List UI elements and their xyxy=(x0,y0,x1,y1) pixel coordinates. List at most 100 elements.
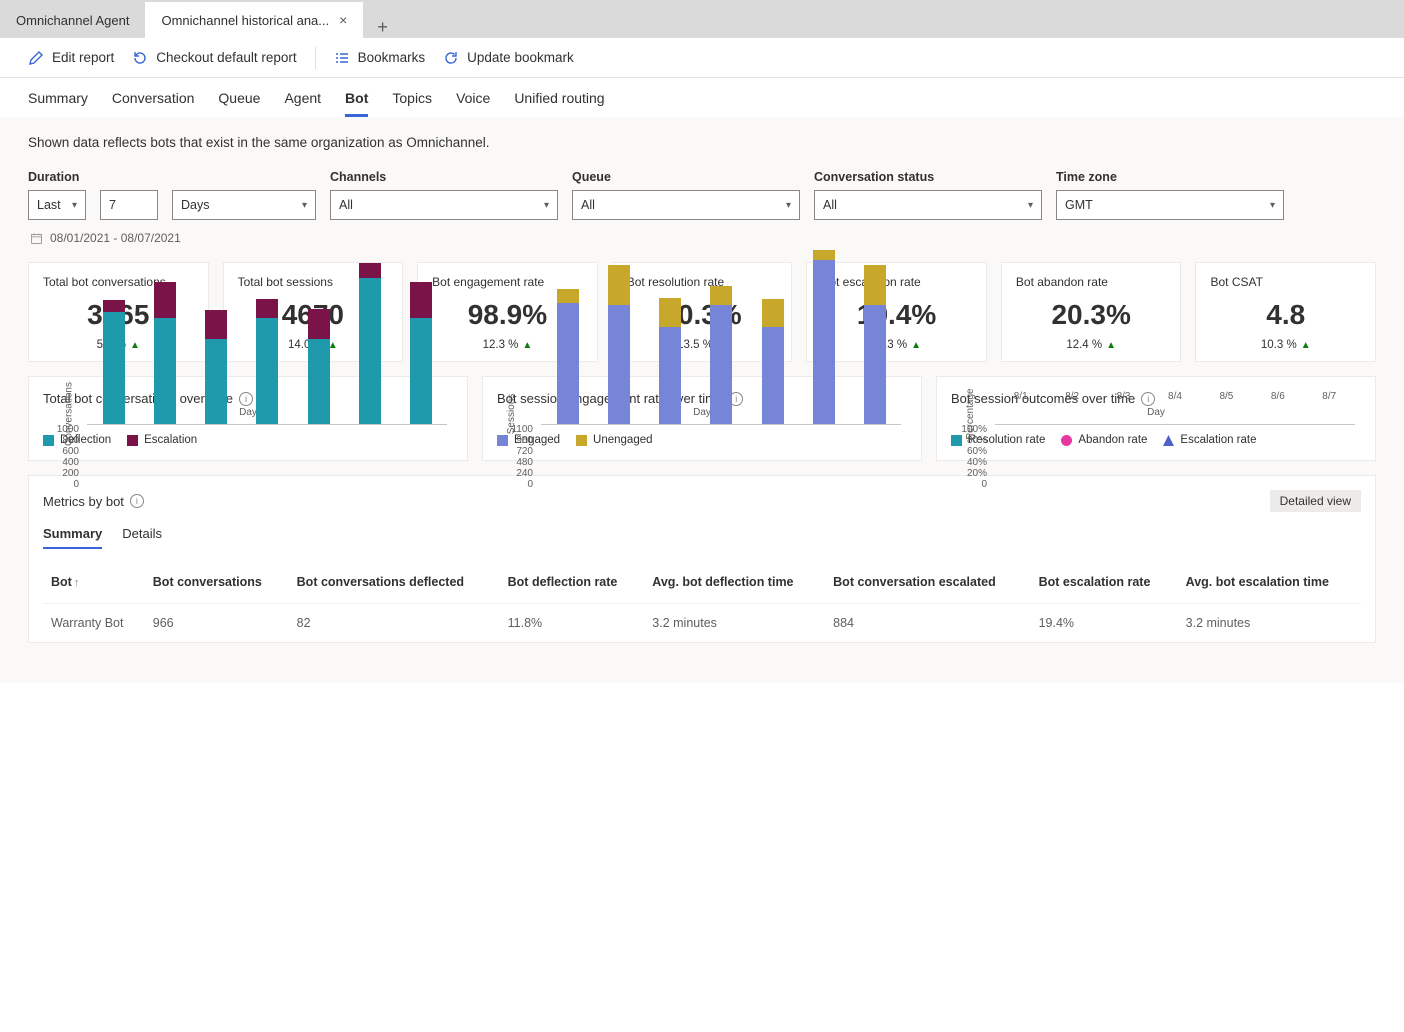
col-deflected[interactable]: Bot conversations deflected xyxy=(289,561,500,604)
x-axis-label: Day xyxy=(693,407,711,418)
bar xyxy=(256,299,278,424)
kpi-value: 98.9% xyxy=(468,299,547,331)
triangle-icon xyxy=(1163,435,1174,446)
window-tab-inactive[interactable]: Omnichannel Agent xyxy=(0,3,145,38)
kpi-delta: 12.3 % ▲ xyxy=(483,339,533,351)
trend-up-icon: ▲ xyxy=(130,340,140,351)
x-axis-label: Day xyxy=(1147,407,1165,418)
legend-item: Escalation xyxy=(127,434,197,446)
chart-card-conversations: Total bot conversations over time i Conv… xyxy=(28,376,468,461)
calendar-icon xyxy=(28,230,44,246)
chevron-down-icon: ▾ xyxy=(1270,200,1275,211)
metrics-tab-details[interactable]: Details xyxy=(122,526,162,549)
channels-value: All xyxy=(339,198,353,212)
bar xyxy=(813,250,835,424)
queue-label: Queue xyxy=(572,170,800,184)
checkout-label: Checkout default report xyxy=(156,50,296,65)
update-bookmark-button[interactable]: Update bookmark xyxy=(443,50,574,66)
tab-voice[interactable]: Voice xyxy=(456,90,490,117)
kpi-title: Bot abandon rate xyxy=(1016,275,1108,289)
trend-up-icon: ▲ xyxy=(522,340,532,351)
tab-queue[interactable]: Queue xyxy=(218,90,260,117)
revert-icon xyxy=(132,50,148,66)
window-tab-active[interactable]: Omnichannel historical ana... × xyxy=(145,2,363,38)
channels-select[interactable]: All ▾ xyxy=(330,190,558,220)
col-avg-def-time[interactable]: Avg. bot deflection time xyxy=(644,561,825,604)
bar xyxy=(205,310,227,424)
update-bookmark-label: Update bookmark xyxy=(467,50,574,65)
x-axis-label: Day xyxy=(239,407,257,418)
duration-mode-select[interactable]: Last ▾ xyxy=(28,190,86,220)
col-avg-esc-time[interactable]: Avg. bot escalation time xyxy=(1178,561,1361,604)
col-bot[interactable]: Bot↑ xyxy=(43,561,145,604)
checkout-button[interactable]: Checkout default report xyxy=(132,50,296,66)
tz-label: Time zone xyxy=(1056,170,1284,184)
kpi-value: 20.3% xyxy=(1051,299,1130,331)
bar xyxy=(659,298,681,424)
refresh-icon xyxy=(443,50,459,66)
metrics-table: Bot↑ Bot conversations Bot conversations… xyxy=(43,561,1361,642)
tz-value: GMT xyxy=(1065,198,1093,212)
date-range: 08/01/2021 - 08/07/2021 xyxy=(28,230,1376,246)
toolbar: Edit report Checkout default report Book… xyxy=(0,38,1404,78)
bar xyxy=(864,265,886,424)
status-select[interactable]: All ▾ xyxy=(814,190,1042,220)
chevron-down-icon: ▾ xyxy=(1028,200,1033,211)
bar xyxy=(103,300,125,424)
trend-up-icon: ▲ xyxy=(911,340,921,351)
col-conv[interactable]: Bot conversations xyxy=(145,561,289,604)
duration-label: Duration xyxy=(28,170,86,184)
kpi-title: Total bot sessions xyxy=(238,275,333,289)
duration-count-input[interactable]: 7 xyxy=(100,190,158,220)
kpi-title: Total bot conversations xyxy=(43,275,166,289)
report-tabs: Summary Conversation Queue Agent Bot Top… xyxy=(0,78,1404,117)
kpi-title: Bot engagement rate xyxy=(432,275,544,289)
channels-label: Channels xyxy=(330,170,558,184)
bookmarks-button[interactable]: Bookmarks xyxy=(334,50,426,66)
line-plot xyxy=(995,424,1355,425)
duration-unit-value: Days xyxy=(181,198,209,212)
col-escalated[interactable]: Bot conversation escalated xyxy=(825,561,1030,604)
close-icon[interactable]: × xyxy=(339,12,347,28)
duration-mode-value: Last xyxy=(37,198,61,212)
page-subtitle: Shown data reflects bots that exist in t… xyxy=(28,135,1376,150)
tab-summary[interactable]: Summary xyxy=(28,90,88,117)
cell: 82 xyxy=(289,604,500,643)
pencil-icon xyxy=(28,50,44,66)
bar xyxy=(557,289,579,424)
col-esc-rate[interactable]: Bot escalation rate xyxy=(1031,561,1178,604)
add-tab-button[interactable]: + xyxy=(363,17,402,38)
cell: 966 xyxy=(145,604,289,643)
metrics-tab-summary[interactable]: Summary xyxy=(43,526,102,549)
bar xyxy=(359,263,381,424)
info-icon[interactable]: i xyxy=(130,494,144,508)
duration-unit-select[interactable]: Days ▾ xyxy=(172,190,316,220)
bar xyxy=(710,286,732,424)
tab-bot[interactable]: Bot xyxy=(345,90,368,117)
window-tab-label: Omnichannel historical ana... xyxy=(161,13,329,28)
status-value: All xyxy=(823,198,837,212)
kpi-card: Bot abandon rate 20.3% 12.4 % ▲ xyxy=(1001,262,1182,362)
detailed-view-button[interactable]: Detailed view xyxy=(1270,490,1361,512)
chevron-down-icon: ▾ xyxy=(544,200,549,211)
tab-topics[interactable]: Topics xyxy=(392,90,432,117)
legend-item: Abandon rate xyxy=(1061,434,1147,446)
status-label: Conversation status xyxy=(814,170,1042,184)
cell: Warranty Bot xyxy=(43,604,145,643)
cell: 884 xyxy=(825,604,1030,643)
charts-row: Total bot conversations over time i Conv… xyxy=(28,376,1376,461)
queue-value: All xyxy=(581,198,595,212)
bar xyxy=(410,282,432,424)
tab-agent[interactable]: Agent xyxy=(284,90,321,117)
table-row[interactable]: Warranty Bot9668211.8%3.2 minutes88419.4… xyxy=(43,604,1361,643)
col-def-rate[interactable]: Bot deflection rate xyxy=(500,561,645,604)
tab-conversation[interactable]: Conversation xyxy=(112,90,195,117)
tab-unified[interactable]: Unified routing xyxy=(514,90,604,117)
queue-select[interactable]: All ▾ xyxy=(572,190,800,220)
bar xyxy=(608,265,630,424)
bar xyxy=(308,309,330,424)
cell: 3.2 minutes xyxy=(644,604,825,643)
kpi-title: Bot CSAT xyxy=(1210,275,1262,289)
edit-report-button[interactable]: Edit report xyxy=(28,50,114,66)
tz-select[interactable]: GMT ▾ xyxy=(1056,190,1284,220)
